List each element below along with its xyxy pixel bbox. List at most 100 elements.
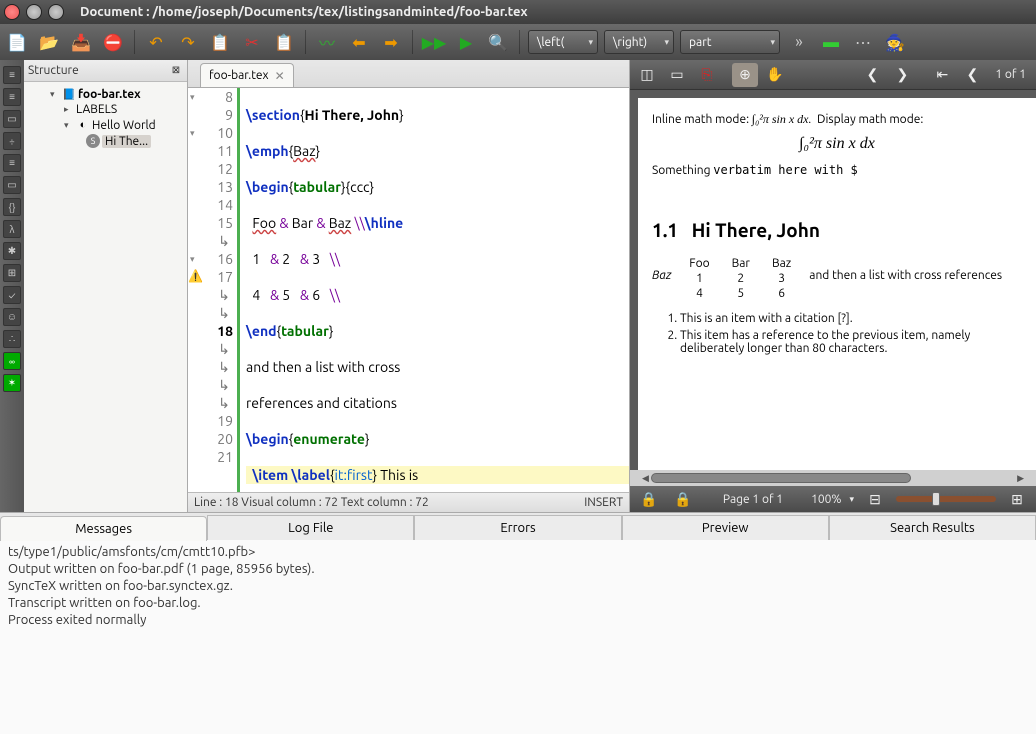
zoom-in-icon[interactable]: ⊞ — [1004, 487, 1030, 511]
pv-back-icon[interactable]: ❮ — [959, 63, 985, 87]
chapter-icon[interactable]: ≡ — [3, 88, 21, 106]
save-file-icon[interactable]: 📥 — [68, 29, 94, 55]
tree-section-hi[interactable]: S Hi The... — [26, 133, 185, 149]
code-body[interactable]: \section{Hi There, John} \emph{Baz} \beg… — [240, 88, 629, 492]
zoom-slider[interactable] — [896, 496, 996, 502]
structure-close-icon[interactable]: ⊠ — [169, 64, 183, 78]
delimiter-left-combo[interactable]: \left( — [528, 30, 598, 54]
preview-toolbar: ◫ ▭ ⎘ ⊕ ✋ ❮ ❯ ⇤ ❮ 1 of 1 — [630, 60, 1036, 90]
cut-icon[interactable]: ✂ — [239, 29, 265, 55]
pdf-list-item: This item has a reference to the previou… — [680, 329, 1022, 355]
highlight-icon[interactable]: ▬ — [818, 29, 844, 55]
status-mode: INSERT — [584, 496, 623, 509]
tab-search-results[interactable]: Search Results — [829, 515, 1036, 540]
log-line: Transcript written on foo-bar.log. — [8, 595, 1028, 612]
overflow-icon[interactable]: » — [786, 29, 812, 55]
copy-icon[interactable]: 📋 — [207, 29, 233, 55]
star-icon[interactable]: ✶ — [3, 374, 21, 392]
structure-tree[interactable]: ▾ 📘 foo-bar.tex ▸ LABELS ▾ ◐ Hello World… — [24, 82, 187, 153]
pdf-list-item: This is an item with a citation [?]. — [680, 312, 1022, 325]
infinity-icon[interactable]: ∞ — [3, 352, 21, 370]
tree-section-hello[interactable]: ▾ ◐ Hello World — [26, 117, 185, 133]
pv-next-icon[interactable]: ❯ — [889, 63, 915, 87]
more-icon[interactable]: ⋯ — [850, 29, 876, 55]
line-gutter: ▾8 9 ▾10 11 12 13 14 15 ↳ ▾16 ⚠️17 ↳ ↳ 1… — [188, 88, 240, 492]
window-close-button[interactable] — [4, 4, 20, 20]
pv-first-icon[interactable]: ⇤ — [929, 63, 955, 87]
pv-hand-icon[interactable]: ✋ — [762, 63, 788, 87]
window-maximize-button[interactable] — [48, 4, 64, 20]
tree-labels[interactable]: ▸ LABELS — [26, 102, 185, 117]
pv-page-indicator: 1 of 1 — [995, 68, 1026, 81]
pdf-hscrollbar[interactable]: ◀ ▶ — [630, 470, 1036, 486]
frac-icon[interactable]: ÷ — [3, 132, 21, 150]
editor-pane: foo-bar.tex ✕ ▾8 9 ▾10 11 12 13 14 15 ↳ … — [188, 60, 630, 512]
tab-messages[interactable]: Messages — [0, 516, 207, 541]
tab-foo-bar[interactable]: foo-bar.tex ✕ — [200, 63, 294, 87]
env-icon[interactable]: ▭ — [3, 176, 21, 194]
log-line: SyncTeX written on foo-bar.synctex.gz. — [8, 578, 1028, 595]
lock-icon[interactable]: 🔒 — [636, 487, 662, 511]
pdf-viewport[interactable]: Inline math mode: ∫₀²π sin x dx. Display… — [630, 90, 1036, 470]
lambda-icon[interactable]: λ — [3, 220, 21, 238]
paste-icon[interactable]: 📋 — [271, 29, 297, 55]
view-pdf-icon[interactable]: 🔍 — [485, 29, 511, 55]
log-line: Output written on foo-bar.pdf (1 page, 8… — [8, 561, 1028, 578]
log-line: Process exited normally — [8, 612, 1028, 629]
tab-log-file[interactable]: Log File — [207, 515, 414, 540]
new-file-icon[interactable]: 📄 — [4, 29, 30, 55]
display-math: ∫₀²π sin x dx — [652, 135, 1022, 153]
scroll-thumb[interactable] — [651, 473, 911, 483]
pv-status-zoom: 100% — [811, 493, 841, 506]
preview-statusbar: 🔒 🔒 Page 1 of 1 100% ▾ ⊟ ⊞ — [630, 486, 1036, 512]
bottom-tabbar: Messages Log File Errors Preview Search … — [0, 512, 1036, 540]
pv-status-page: Page 1 of 1 — [723, 493, 783, 506]
tab-preview[interactable]: Preview — [622, 515, 829, 540]
pv-windowed-icon[interactable]: ◫ — [634, 63, 660, 87]
window-titlebar: Document : /home/joseph/Documents/tex/li… — [0, 0, 1036, 24]
forward-icon[interactable]: ➡ — [378, 29, 404, 55]
tree-root[interactable]: ▾ 📘 foo-bar.tex — [26, 86, 185, 102]
main-toolbar: 📄 📂 📥 ⛔ ↶ ↷ 📋 ✂ 📋 〰 ⬅ ➡ ▶▶ ▶ 🔍 \left( \r… — [0, 24, 1036, 60]
build-icon[interactable]: ▶ — [453, 29, 479, 55]
check-icon[interactable]: ✓ — [3, 286, 21, 304]
profile-icon[interactable]: 🧙 — [882, 29, 908, 55]
open-file-icon[interactable]: 📂 — [36, 29, 62, 55]
structure-title: Structure — [28, 64, 79, 77]
pv-single-page-icon[interactable]: ▭ — [664, 63, 690, 87]
pdf-table: FooBarBaz 123 456 — [677, 255, 803, 302]
wizard-icon[interactable]: 〰 — [314, 29, 340, 55]
structure-pane: Structure ⊠ ▾ 📘 foo-bar.tex ▸ LABELS ▾ ◐… — [24, 60, 188, 512]
undo-icon[interactable]: ↶ — [143, 29, 169, 55]
back-icon[interactable]: ⬅ — [346, 29, 372, 55]
pdf-page: Inline math mode: ∫₀²π sin x dx. Display… — [638, 98, 1036, 470]
window-title: Document : /home/joseph/Documents/tex/li… — [80, 5, 528, 19]
pdf-preview-pane: ◫ ▭ ⎘ ⊕ ✋ ❮ ❯ ⇤ ❮ 1 of 1 Inline math mod… — [630, 60, 1036, 512]
symbol-icon[interactable]: ✱ — [3, 242, 21, 260]
section-combo[interactable]: part — [680, 30, 780, 54]
pv-prev-icon[interactable]: ❮ — [859, 63, 885, 87]
pv-fit-icon[interactable]: ⊕ — [732, 63, 758, 87]
messages-log[interactable]: ts/type1/public/amsfonts/cm/cmtt10.pfb> … — [0, 540, 1036, 734]
delimiter-right-combo[interactable]: \right) — [604, 30, 674, 54]
tab-close-icon[interactable]: ✕ — [275, 69, 285, 83]
editor-tabbar: foo-bar.tex ✕ — [188, 60, 629, 88]
window-minimize-button[interactable] — [26, 4, 42, 20]
pv-pdf-icon[interactable]: ⎘ — [694, 63, 720, 87]
part-icon[interactable]: ≡ — [3, 66, 21, 84]
left-icon-gutter: ≡ ≡ ▭ ÷ ≡ ▭ {} λ ✱ ⊞ ✓ ☺ ∴ ∞ ✶ — [0, 60, 24, 512]
list-icon[interactable]: ≡ — [3, 154, 21, 172]
zoom-out-icon[interactable]: ⊟ — [862, 487, 888, 511]
lock2-icon[interactable]: 🔒 — [670, 487, 696, 511]
code-editor[interactable]: ▾8 9 ▾10 11 12 13 14 15 ↳ ▾16 ⚠️17 ↳ ↳ 1… — [188, 88, 629, 492]
status-position: Line : 18 Visual column : 72 Text column… — [194, 496, 429, 509]
dots-icon[interactable]: ∴ — [3, 330, 21, 348]
build-run-icon[interactable]: ▶▶ — [421, 29, 447, 55]
brace-icon[interactable]: {} — [3, 198, 21, 216]
close-file-icon[interactable]: ⛔ — [100, 29, 126, 55]
table-icon[interactable]: ⊞ — [3, 264, 21, 282]
tab-errors[interactable]: Errors — [414, 515, 621, 540]
face-icon[interactable]: ☺ — [3, 308, 21, 326]
redo-icon[interactable]: ↷ — [175, 29, 201, 55]
section-icon[interactable]: ▭ — [3, 110, 21, 128]
